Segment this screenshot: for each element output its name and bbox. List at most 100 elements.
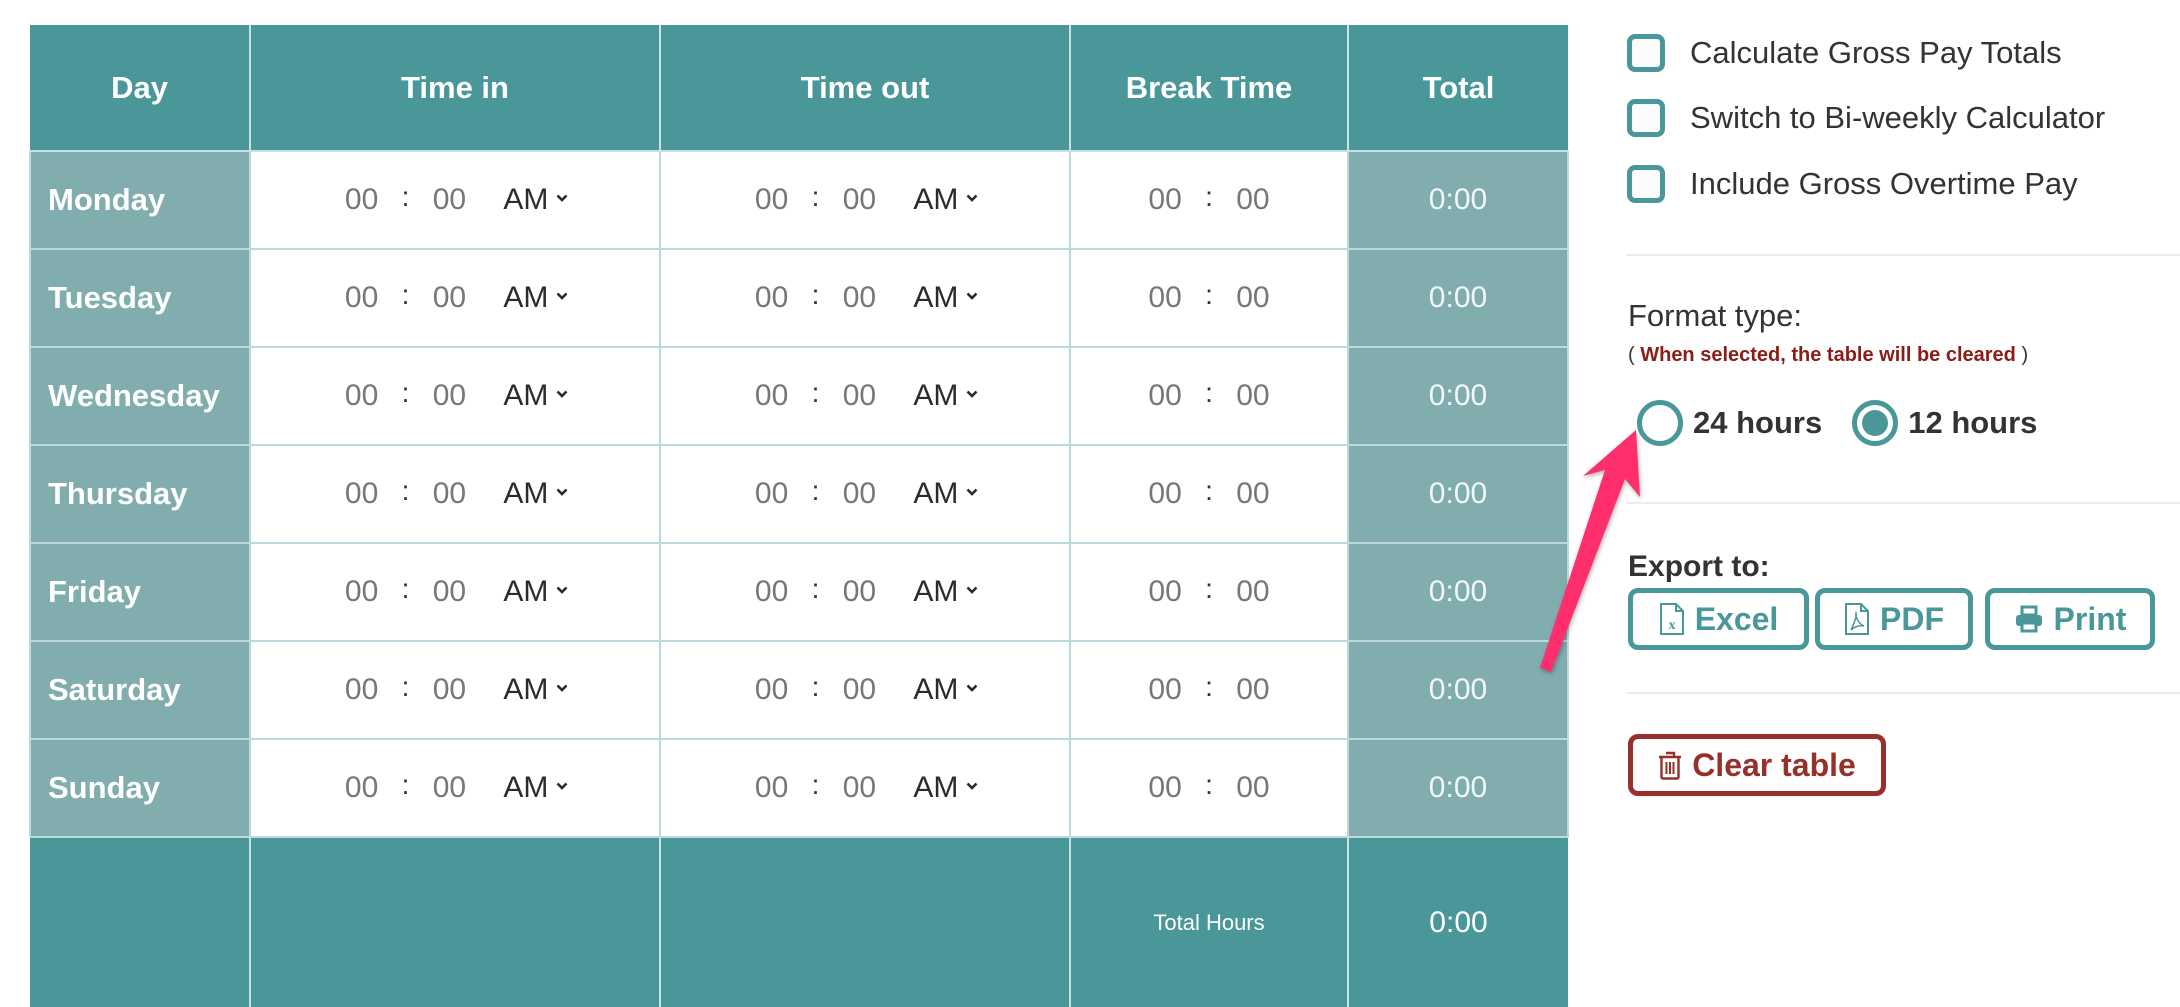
- format-type-title: Format type:: [1628, 298, 1802, 333]
- ampm-value: AM: [913, 183, 959, 216]
- checkbox[interactable]: [1627, 165, 1665, 203]
- radio-label-24[interactable]: 24 hours: [1693, 405, 1822, 441]
- time-out-hours-input[interactable]: 00: [752, 281, 792, 315]
- time-separator: :: [401, 769, 410, 800]
- trash-icon: [1659, 751, 1682, 780]
- time-in-ampm-select[interactable]: AM: [503, 379, 568, 413]
- chevron-down-icon: [556, 390, 568, 398]
- break-minutes-input[interactable]: 00: [1233, 281, 1273, 315]
- time-in-minutes-input[interactable]: 00: [429, 771, 469, 805]
- time-out-minutes-input[interactable]: 00: [839, 477, 879, 511]
- time-in-field: 00 : 00 AM: [342, 279, 569, 315]
- time-in-minutes-input[interactable]: 00: [429, 477, 469, 511]
- break-hours-input[interactable]: 00: [1145, 477, 1185, 511]
- break-time-cell: 00 : 00: [1069, 542, 1349, 642]
- divider: [1627, 502, 2180, 504]
- time-in-cell: 00 : 00 AM: [249, 738, 661, 838]
- break-hours-input[interactable]: 00: [1145, 673, 1185, 707]
- time-separator: :: [811, 475, 820, 506]
- break-hours-input[interactable]: 00: [1145, 379, 1185, 413]
- clear-table-button[interactable]: Clear table: [1628, 734, 1886, 796]
- break-minutes-input[interactable]: 00: [1233, 771, 1273, 805]
- time-out-ampm-select[interactable]: AM: [913, 575, 978, 609]
- time-out-ampm-select[interactable]: AM: [913, 771, 978, 805]
- time-out-ampm-select[interactable]: AM: [913, 281, 978, 315]
- file-pdf-icon: [1845, 603, 1869, 635]
- time-in-minutes-input[interactable]: 00: [429, 575, 469, 609]
- time-out-hours-input[interactable]: 00: [752, 771, 792, 805]
- time-out-ampm-select[interactable]: AM: [913, 477, 978, 511]
- break-hours-input[interactable]: 00: [1145, 281, 1185, 315]
- time-out-hours-input[interactable]: 00: [752, 575, 792, 609]
- time-in-minutes-input[interactable]: 00: [429, 673, 469, 707]
- time-out-ampm-select[interactable]: AM: [913, 379, 978, 413]
- radio-24-hours[interactable]: [1637, 400, 1683, 446]
- time-out-minutes-input[interactable]: 00: [839, 183, 879, 217]
- time-in-hours-input[interactable]: 00: [342, 771, 382, 805]
- time-in-hours-input[interactable]: 00: [342, 477, 382, 511]
- export-excel-button[interactable]: x Excel: [1628, 588, 1809, 650]
- time-out-field: 00 : 00 AM: [752, 181, 979, 217]
- time-out-minutes-input[interactable]: 00: [839, 575, 879, 609]
- time-in-ampm-select[interactable]: AM: [503, 575, 568, 609]
- time-out-cell: 00 : 00 AM: [659, 150, 1071, 250]
- break-minutes-input[interactable]: 00: [1233, 575, 1273, 609]
- ampm-value: AM: [503, 673, 549, 706]
- break-time-cell: 00 : 00: [1069, 346, 1349, 446]
- total-hours-label: Total Hours: [1069, 836, 1349, 1007]
- checkbox-biweekly[interactable]: Switch to Bi-weekly Calculator: [1627, 99, 2105, 137]
- time-in-ampm-select[interactable]: AM: [503, 673, 568, 707]
- time-in-hours-input[interactable]: 00: [342, 379, 382, 413]
- time-out-ampm-select[interactable]: AM: [913, 673, 978, 707]
- break-hours-input[interactable]: 00: [1145, 183, 1185, 217]
- checkbox[interactable]: [1627, 34, 1665, 72]
- time-in-ampm-select[interactable]: AM: [503, 771, 568, 805]
- paren-close: ): [2015, 344, 2029, 366]
- time-out-hours-input[interactable]: 00: [752, 379, 792, 413]
- time-out-hours-input[interactable]: 00: [752, 183, 792, 217]
- time-in-hours-input[interactable]: 00: [342, 281, 382, 315]
- print-button[interactable]: Print: [1985, 588, 2155, 650]
- time-in-hours-input[interactable]: 00: [342, 673, 382, 707]
- break-hours-input[interactable]: 00: [1145, 771, 1185, 805]
- time-separator: :: [401, 377, 410, 408]
- options-panel: Calculate Gross Pay Totals Switch to Bi-…: [1627, 0, 2180, 978]
- checkbox[interactable]: [1627, 99, 1665, 137]
- time-out-hours-input[interactable]: 00: [752, 477, 792, 511]
- time-in-ampm-select[interactable]: AM: [503, 281, 568, 315]
- break-minutes-input[interactable]: 00: [1233, 183, 1273, 217]
- time-out-minutes-input[interactable]: 00: [839, 673, 879, 707]
- break-time-field: 00 : 00: [1145, 769, 1273, 805]
- time-in-hours-input[interactable]: 00: [342, 183, 382, 217]
- time-in-hours-input[interactable]: 00: [342, 575, 382, 609]
- break-minutes-input[interactable]: 00: [1233, 379, 1273, 413]
- time-separator: :: [811, 671, 820, 702]
- checkbox-overtime[interactable]: Include Gross Overtime Pay: [1627, 165, 2078, 203]
- checkbox-gross-pay[interactable]: Calculate Gross Pay Totals: [1627, 34, 2062, 72]
- break-minutes-input[interactable]: 00: [1233, 477, 1273, 511]
- time-in-minutes-input[interactable]: 00: [429, 281, 469, 315]
- time-in-ampm-select[interactable]: AM: [503, 477, 568, 511]
- time-out-field: 00 : 00 AM: [752, 671, 979, 707]
- checkbox-label: Calculate Gross Pay Totals: [1690, 35, 2062, 70]
- header-time-in: Time in: [249, 25, 661, 152]
- time-out-field: 00 : 00 AM: [752, 573, 979, 609]
- time-in-cell: 00 : 00 AM: [249, 150, 661, 250]
- time-out-hours-input[interactable]: 00: [752, 673, 792, 707]
- timesheet-table: Day Time in Time out Break Time Total Mo…: [29, 25, 1569, 1007]
- break-hours-input[interactable]: 00: [1145, 575, 1185, 609]
- time-in-minutes-input[interactable]: 00: [429, 379, 469, 413]
- time-in-minutes-input[interactable]: 00: [429, 183, 469, 217]
- time-out-ampm-select[interactable]: AM: [913, 183, 978, 217]
- time-separator: :: [1205, 573, 1213, 604]
- radio-12-hours[interactable]: [1852, 400, 1899, 446]
- radio-label-12[interactable]: 12 hours: [1908, 405, 2037, 441]
- time-in-ampm-select[interactable]: AM: [503, 183, 568, 217]
- time-out-minutes-input[interactable]: 00: [839, 771, 879, 805]
- time-out-minutes-input[interactable]: 00: [839, 379, 879, 413]
- time-out-minutes-input[interactable]: 00: [839, 281, 879, 315]
- row-total: 0:00: [1347, 248, 1569, 348]
- break-minutes-input[interactable]: 00: [1233, 673, 1273, 707]
- time-out-cell: 00 : 00 AM: [659, 738, 1071, 838]
- export-pdf-button[interactable]: PDF: [1815, 588, 1973, 650]
